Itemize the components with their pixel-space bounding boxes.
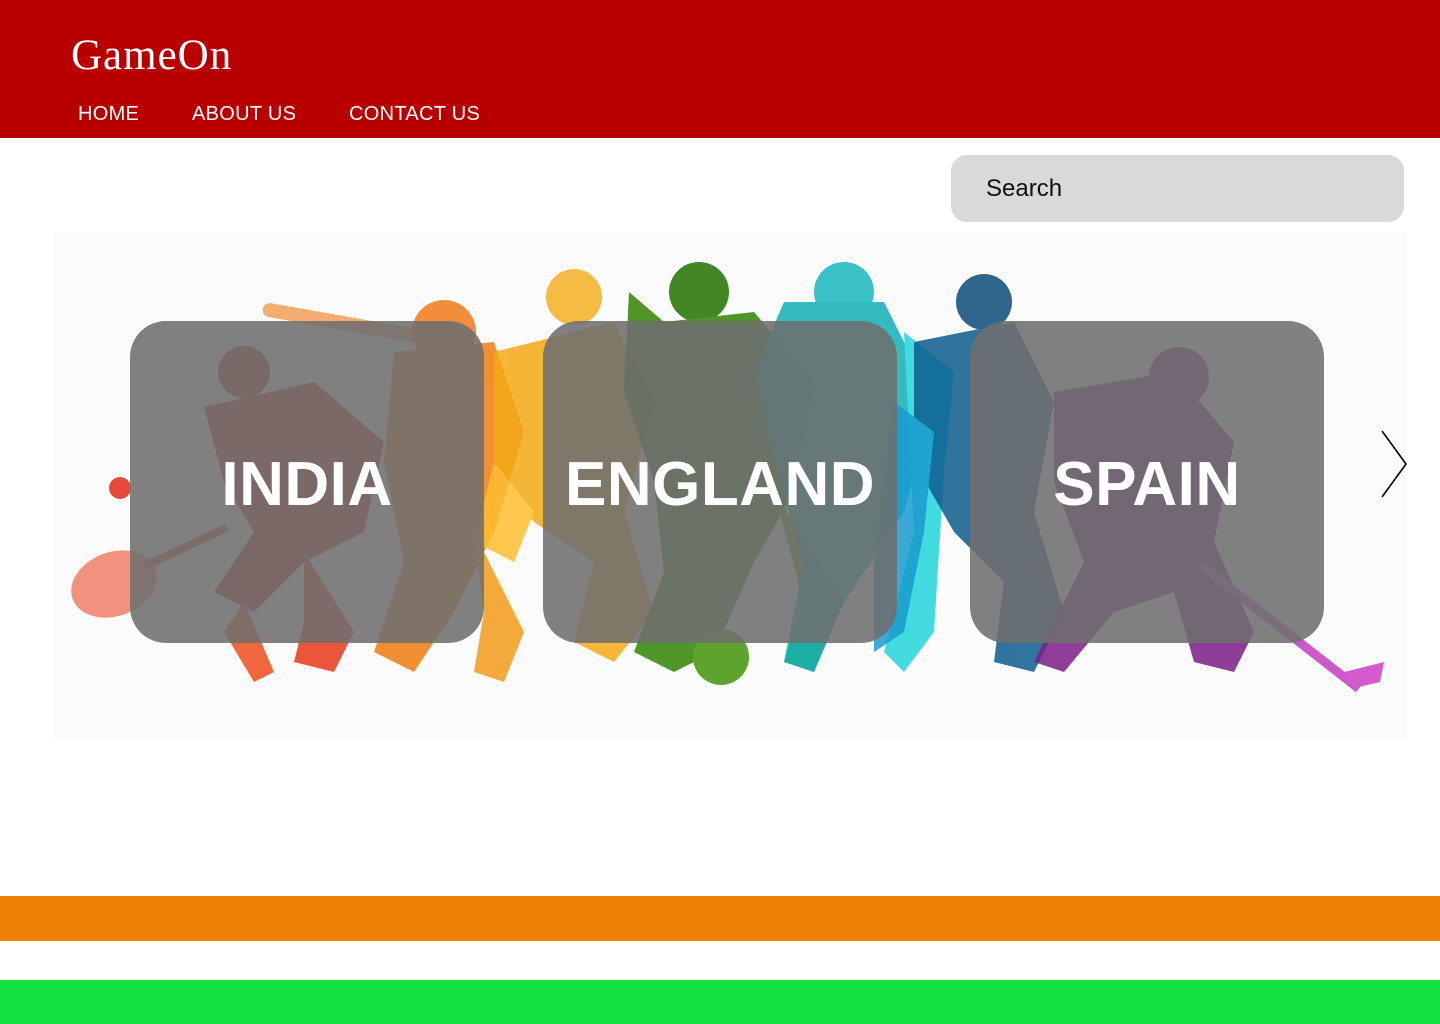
chevron-right-icon[interactable] bbox=[1376, 428, 1412, 500]
site-logo[interactable]: GameOn bbox=[71, 30, 232, 82]
country-card-label: SPAIN bbox=[1053, 449, 1241, 519]
country-card-india[interactable]: INDIA bbox=[130, 321, 484, 643]
page: GameOn HOME ABOUT US CONTACT US Search I… bbox=[0, 0, 1440, 1024]
nav-home-link[interactable]: HOME bbox=[78, 101, 139, 127]
footer-stripe-green bbox=[0, 980, 1440, 1024]
search-box bbox=[951, 155, 1404, 222]
country-card-spain[interactable]: SPAIN bbox=[970, 321, 1324, 643]
nav-contact-link[interactable]: CONTACT US bbox=[349, 101, 480, 127]
site-header: GameOn HOME ABOUT US CONTACT US bbox=[0, 0, 1440, 138]
nav-about-link[interactable]: ABOUT US bbox=[192, 101, 296, 127]
footer-stripe-orange bbox=[0, 896, 1440, 941]
country-card-england[interactable]: ENGLAND bbox=[543, 321, 897, 643]
country-card-label: ENGLAND bbox=[564, 449, 876, 519]
search-input[interactable] bbox=[986, 155, 1386, 222]
country-card-label: INDIA bbox=[221, 449, 393, 519]
